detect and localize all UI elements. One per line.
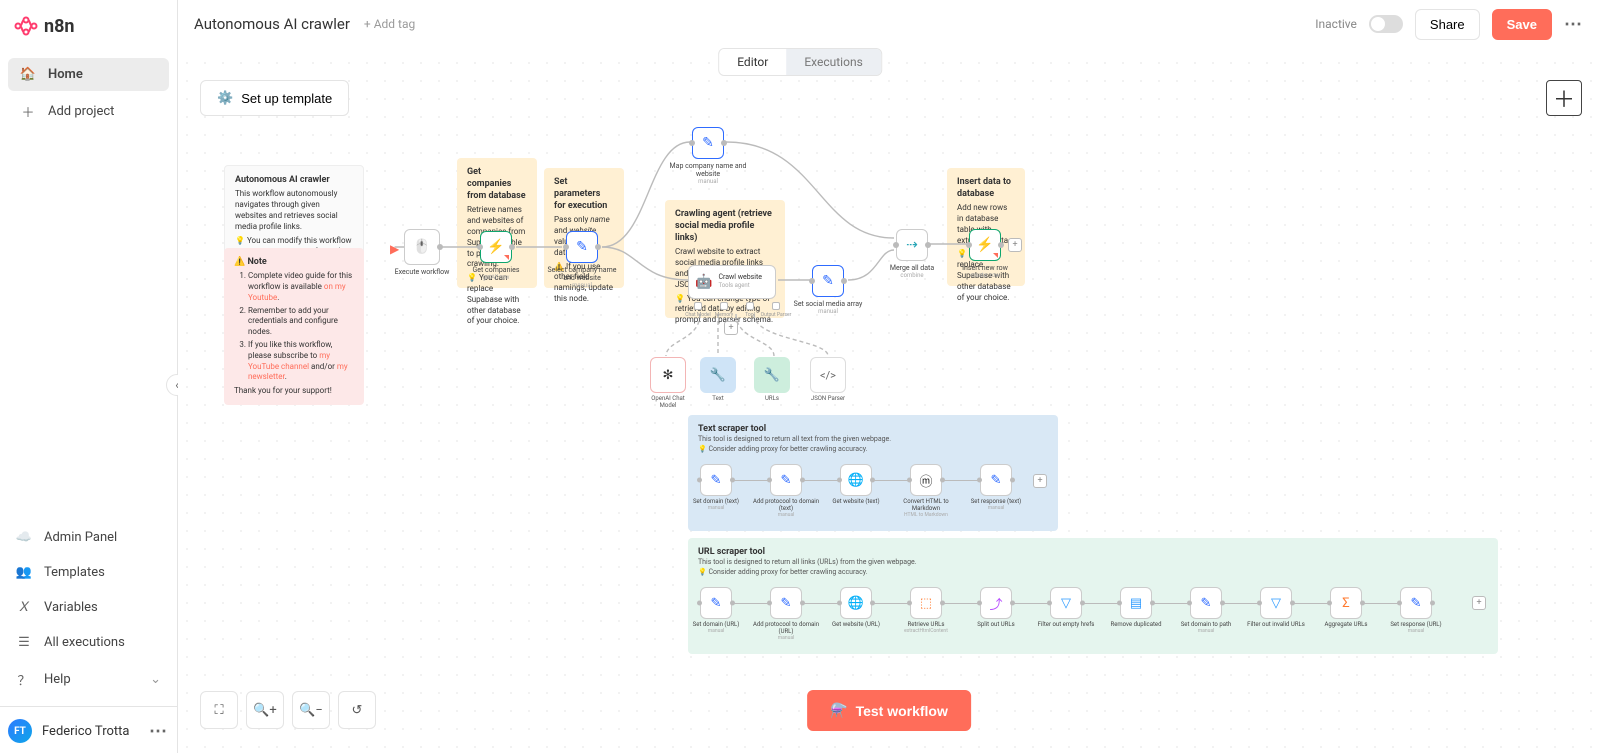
- undo-button[interactable]: ↺: [338, 691, 376, 729]
- share-button[interactable]: Share: [1415, 9, 1480, 40]
- node-crawl-website[interactable]: 🤖 Crawl websiteTools agent: [688, 265, 776, 299]
- chevron-down-icon: ⌄: [150, 672, 161, 687]
- fit-view-button[interactable]: ⛶: [200, 691, 238, 729]
- tab-editor[interactable]: Editor: [719, 49, 786, 75]
- test-workflow-button[interactable]: ⚗️Test workflow: [807, 690, 971, 731]
- pencil-icon: ✎: [576, 239, 588, 255]
- text-node-2[interactable]: 🌐: [840, 464, 872, 496]
- view-tabs: Editor Executions: [718, 48, 882, 76]
- workflow-name[interactable]: Autonomous AI crawler: [194, 15, 350, 33]
- agent-port-output-parser[interactable]: [772, 302, 780, 310]
- sticky-note[interactable]: Note Complete video guide for this workf…: [224, 248, 364, 405]
- url-node-4[interactable]: ⤴: [980, 587, 1012, 619]
- fullscreen-icon: ⛶: [214, 703, 223, 718]
- nav-home[interactable]: 🏠Home: [8, 58, 169, 91]
- openai-icon: ✻: [663, 368, 674, 383]
- zoom-out-button[interactable]: 🔍−: [292, 691, 330, 729]
- sidebar: n8n 🏠Home ＋Add project ☁️Admin Panel 👥Te…: [0, 0, 178, 753]
- canvas-tools: ⛶ 🔍+ 🔍− ↺: [200, 691, 376, 729]
- node-get-companies[interactable]: ⚡: [480, 231, 512, 263]
- zoom-in-icon: 🔍+: [253, 703, 277, 718]
- node-map-name-website[interactable]: ✎: [692, 127, 724, 159]
- url-node-10[interactable]: ✎: [1400, 587, 1432, 619]
- add-tag-button[interactable]: + Add tag: [364, 17, 415, 31]
- text-row-add[interactable]: +: [1033, 474, 1047, 488]
- url-node-6[interactable]: ▤: [1120, 587, 1152, 619]
- sticky-agent[interactable]: Crawling agent (retrieve social media pr…: [665, 200, 785, 318]
- logo: n8n: [0, 0, 177, 52]
- code-icon: </>: [820, 369, 836, 382]
- node-execute-workflow[interactable]: 🖱️: [404, 229, 440, 265]
- url-node-3[interactable]: ⬚: [910, 587, 942, 619]
- user-name: Federico Trotta: [42, 724, 129, 739]
- tool-openai-chat-model[interactable]: ✻: [650, 357, 686, 393]
- tab-executions[interactable]: Executions: [786, 49, 880, 75]
- home-icon: 🏠: [20, 67, 36, 82]
- undo-icon: ↺: [352, 703, 363, 718]
- url-node-2[interactable]: 🌐: [840, 587, 872, 619]
- url-node-1[interactable]: ✎: [770, 587, 802, 619]
- nav-all-executions[interactable]: ☰All executions: [4, 626, 173, 659]
- agent-port-tool[interactable]: [746, 302, 754, 310]
- merge-icon: ⇢: [906, 237, 918, 253]
- zoom-in-button[interactable]: 🔍+: [246, 691, 284, 729]
- list-icon: ☰: [16, 635, 32, 650]
- tool-text[interactable]: 🔧: [700, 357, 736, 393]
- wrench-icon: 🔧: [764, 368, 780, 383]
- pencil-icon: ✎: [702, 135, 714, 151]
- kebab-icon[interactable]: ⋯: [149, 721, 169, 742]
- canvas[interactable]: ⚙️Set up template ＋ Autonomous AI crawle…: [178, 0, 1600, 753]
- top-bar: Autonomous AI crawler + Add tag Inactive…: [178, 0, 1600, 48]
- nav-admin-panel[interactable]: ☁️Admin Panel: [4, 521, 173, 554]
- flask-icon: ⚗️: [830, 702, 847, 719]
- node-set-social-array[interactable]: ✎: [812, 265, 844, 297]
- more-menu-icon[interactable]: ⋯: [1564, 14, 1584, 35]
- bolt-icon: ⚡: [976, 237, 993, 253]
- agent-add-port[interactable]: +: [724, 321, 738, 335]
- nav-add-project[interactable]: ＋Add project: [8, 93, 169, 130]
- nav-templates[interactable]: 👥Templates: [4, 556, 173, 589]
- zoom-out-icon: 🔍−: [299, 703, 323, 718]
- user-menu[interactable]: FT Federico Trotta ⋯: [0, 709, 177, 753]
- node-add-after-insert[interactable]: +: [1008, 238, 1022, 252]
- cursor-icon: 🖱️: [413, 239, 430, 255]
- start-trigger-icon[interactable]: ▶: [390, 242, 399, 256]
- help-icon: ？: [16, 670, 32, 689]
- url-node-8[interactable]: ▽: [1260, 587, 1292, 619]
- node-merge[interactable]: ⇢: [896, 229, 928, 261]
- tool-urls[interactable]: 🔧: [754, 357, 790, 393]
- nav-variables[interactable]: 𝛸Variables: [4, 591, 173, 624]
- wrench-icon: 🔧: [710, 368, 726, 383]
- robot-icon: 🤖: [695, 274, 712, 290]
- text-node-1[interactable]: ✎: [770, 464, 802, 496]
- bolt-icon: ⚡: [487, 239, 504, 255]
- text-node-4[interactable]: ✎: [980, 464, 1012, 496]
- people-icon: 👥: [16, 565, 32, 580]
- logo-icon: [14, 14, 38, 38]
- avatar: FT: [8, 719, 32, 743]
- plus-icon: ＋: [20, 102, 36, 121]
- save-button[interactable]: Save: [1492, 9, 1552, 40]
- url-node-5[interactable]: ▽: [1050, 587, 1082, 619]
- pencil-icon: ✎: [822, 273, 834, 289]
- variable-icon: 𝛸: [16, 600, 32, 615]
- node-insert-row[interactable]: ⚡: [969, 229, 1001, 261]
- node-select-name-website[interactable]: ✎: [566, 231, 598, 263]
- url-node-9[interactable]: Σ: [1330, 587, 1362, 619]
- nav-help[interactable]: ？Help⌄: [4, 661, 173, 698]
- url-node-7[interactable]: ✎: [1190, 587, 1222, 619]
- agent-port-chat-model[interactable]: [694, 302, 702, 310]
- url-row-add[interactable]: +: [1472, 596, 1486, 610]
- cloud-icon: ☁️: [16, 530, 32, 545]
- tool-json-parser[interactable]: </>: [810, 357, 846, 393]
- text-node-3[interactable]: ⓜ: [910, 464, 942, 496]
- agent-port-memory[interactable]: [720, 302, 728, 310]
- active-toggle[interactable]: [1369, 15, 1403, 33]
- status-label: Inactive: [1315, 17, 1357, 31]
- text-node-0[interactable]: ✎: [700, 464, 732, 496]
- brand-text: n8n: [44, 16, 75, 37]
- url-node-0[interactable]: ✎: [700, 587, 732, 619]
